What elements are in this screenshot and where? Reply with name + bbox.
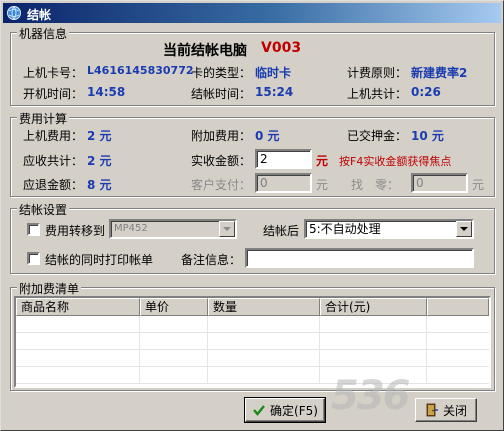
customer-pay-input[interactable]: 0 bbox=[255, 173, 312, 193]
card-no-label: 上机卡号： bbox=[23, 66, 84, 80]
table-row[interactable] bbox=[16, 333, 489, 350]
print-bill-label: 结帐的同时打印帐单 bbox=[45, 253, 154, 267]
chevron-down-icon bbox=[460, 227, 468, 231]
actual-amount-unit: 元 bbox=[316, 154, 329, 168]
transfer-checkbox[interactable] bbox=[27, 223, 40, 236]
extra-fee-value: 0 元 bbox=[255, 129, 280, 143]
column-header-qty[interactable]: 数量 bbox=[208, 298, 320, 316]
column-header-total[interactable]: 合计(元) bbox=[320, 298, 427, 316]
column-header-filler bbox=[427, 298, 489, 316]
app-globe-icon bbox=[7, 6, 21, 20]
table-row[interactable] bbox=[16, 350, 489, 367]
remark-label: 备注信息： bbox=[181, 253, 242, 267]
transfer-label: 费用转移到 bbox=[45, 224, 106, 238]
checkout-time-label: 结帐时间： bbox=[191, 87, 252, 101]
close-label: 关闭 bbox=[442, 403, 467, 418]
refund-label: 应退金额： bbox=[23, 178, 84, 192]
change-input[interactable]: 0 bbox=[411, 173, 468, 193]
after-checkout-dropdown-button[interactable] bbox=[456, 221, 472, 237]
total-online-value: 0:26 bbox=[411, 85, 441, 99]
actual-amount-label: 实收金额： bbox=[191, 154, 252, 168]
total-online-label: 上机共计： bbox=[347, 87, 408, 101]
column-header-price[interactable]: 单价 bbox=[140, 298, 208, 316]
extra-fee-table[interactable]: 商品名称 单价 数量 合计(元) bbox=[14, 296, 491, 388]
change-unit: 元 bbox=[472, 178, 485, 192]
online-fee-value: 2 元 bbox=[87, 129, 112, 143]
actual-amount-input[interactable]: 2 bbox=[255, 149, 312, 169]
billing-rule-value: 新建费率2 bbox=[411, 66, 468, 80]
checkmark-icon bbox=[253, 405, 265, 416]
close-button[interactable]: 关闭 bbox=[415, 398, 477, 422]
start-time-label: 开机时间： bbox=[23, 87, 84, 101]
after-checkout-select[interactable]: 5:不自动处理 bbox=[304, 219, 474, 239]
transfer-target-value: MP452 bbox=[114, 223, 148, 234]
current-pc-value: V003 bbox=[261, 40, 302, 56]
remark-input[interactable] bbox=[245, 248, 474, 268]
current-pc-label: 当前结帐电脑 bbox=[163, 43, 247, 59]
confirm-label: 确定(F5) bbox=[270, 403, 318, 418]
billing-rule-label: 计费原则： bbox=[347, 66, 408, 80]
refund-value: 8 元 bbox=[87, 178, 112, 192]
receivable-label: 应收共计： bbox=[23, 154, 84, 168]
confirm-button[interactable]: 确定(F5) bbox=[244, 397, 326, 423]
deposit-value: 10 元 bbox=[411, 129, 444, 143]
watermark-logo: 536 bbox=[331, 373, 410, 419]
transfer-dropdown-button[interactable] bbox=[219, 221, 235, 237]
after-checkout-label: 结帐后 bbox=[263, 224, 300, 238]
checkout-time-value: 15:24 bbox=[255, 85, 294, 99]
card-no-value: L4616145830772 bbox=[87, 64, 194, 77]
title-bar[interactable]: 结帐 bbox=[3, 3, 501, 23]
receivable-value: 2 元 bbox=[87, 154, 112, 168]
card-type-value: 临时卡 bbox=[255, 66, 292, 80]
extra-list-title: 附加费清单 bbox=[17, 280, 82, 297]
exit-door-icon bbox=[426, 403, 438, 417]
table-header: 商品名称 单价 数量 合计(元) bbox=[16, 298, 489, 316]
chevron-down-icon bbox=[223, 227, 231, 231]
change-label: 找 零： bbox=[351, 178, 400, 192]
online-fee-label: 上机费用： bbox=[23, 129, 84, 143]
print-bill-checkbox[interactable] bbox=[27, 252, 40, 265]
window-title: 结帐 bbox=[27, 8, 52, 22]
customer-pay-label: 客户支付： bbox=[191, 178, 252, 192]
f4-hint: 按F4实收金额获得焦点 bbox=[339, 155, 452, 168]
start-time-value: 14:58 bbox=[87, 85, 126, 99]
deposit-label: 已交押金： bbox=[347, 129, 408, 143]
table-row[interactable] bbox=[16, 367, 489, 384]
fees-title: 费用计算 bbox=[17, 110, 70, 127]
column-header-name[interactable]: 商品名称 bbox=[16, 298, 140, 316]
checkout-dialog: 结帐 机器信息 当前结帐电脑 V003 上机卡号： L4616145830772… bbox=[0, 0, 504, 431]
extra-fee-label: 附加费用： bbox=[191, 129, 252, 143]
customer-pay-unit: 元 bbox=[316, 178, 329, 192]
transfer-target-select[interactable]: MP452 bbox=[109, 219, 237, 239]
table-row[interactable] bbox=[16, 316, 489, 333]
card-type-label: 卡的类型： bbox=[191, 66, 252, 80]
settings-title: 结帐设置 bbox=[17, 201, 70, 218]
after-checkout-value: 5:不自动处理 bbox=[309, 222, 381, 236]
machine-info-title: 机器信息 bbox=[17, 25, 70, 42]
